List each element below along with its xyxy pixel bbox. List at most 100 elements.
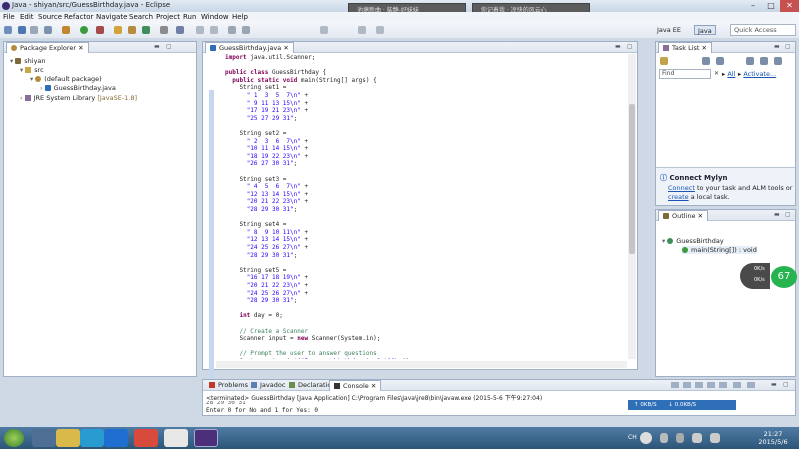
pin-console-icon[interactable] [719,382,727,388]
menu-edit[interactable]: Edit [20,12,34,22]
last-edit-icon[interactable] [320,26,328,34]
tray-flag-icon[interactable] [660,433,668,443]
tree-item-src[interactable]: ▾ src [20,66,44,74]
collapse-all-icon[interactable] [774,57,782,65]
menu-refactor[interactable]: Refactor [64,12,93,22]
editor-horizontal-scrollbar[interactable] [216,361,627,368]
maximize-button[interactable]: □ [762,0,780,12]
minimize-view-icon[interactable]: ▬ [774,212,780,218]
code-line[interactable]: import java.util.Scanner; [225,54,315,62]
network-icon[interactable] [692,433,702,443]
task-find-clear-icon[interactable]: ✕ [714,70,719,77]
new-task-icon[interactable] [660,57,668,65]
start-button-icon[interactable] [4,429,24,447]
display-console-icon[interactable] [733,382,741,388]
eclipse-taskbar-icon[interactable] [194,429,218,447]
code-line[interactable]: "26 27 30 31"; [225,160,298,168]
code-line[interactable]: System.out.print("Is your birthday in Se… [225,358,412,359]
code-line[interactable]: "28 29 30 31"; [225,206,298,214]
run-icon[interactable] [80,26,88,34]
code-line[interactable]: "25 27 29 31"; [225,115,298,123]
debug-icon[interactable] [62,26,70,34]
maximize-view-icon[interactable]: ▢ [785,212,791,218]
menu-help[interactable]: Help [232,12,248,22]
tree-item-project[interactable]: ▾ shiyan [10,57,46,65]
tree-item-jre-library[interactable]: › JRE System Library [JavaSE-1.8] [20,94,137,102]
minimize-view-icon[interactable]: ▬ [774,44,780,50]
outline-method-item[interactable]: main(String[]) : void [682,246,757,254]
focus-icon[interactable] [760,57,768,65]
tab-outline[interactable]: Outline ✕ [658,210,709,221]
new-package-icon[interactable] [128,26,136,34]
tab-console[interactable]: Console ✕ [329,380,382,391]
tree-item-java-file[interactable]: › GuessBirthday.java [40,84,116,92]
clear-console-icon[interactable] [695,382,703,388]
folder-taskbar-icon[interactable] [56,429,80,447]
ie-taskbar-icon[interactable] [104,429,128,447]
tab-problems[interactable]: Problems [205,380,252,391]
code-line[interactable]: Scanner input = new Scanner(System.in); [225,335,380,343]
remove-launch-icon[interactable] [683,382,691,388]
code-line[interactable]: "28 29 30 31"; [225,252,298,260]
chat-app-taskbar-icon[interactable] [80,429,104,447]
next-annotation-icon[interactable] [210,26,218,34]
minimize-editor-icon[interactable]: ▬ [615,44,621,50]
scroll-lock-icon[interactable] [707,382,715,388]
perspective-java[interactable]: Java [694,25,716,35]
new-icon[interactable] [4,26,12,34]
input-language[interactable]: CH [628,434,637,441]
menu-file[interactable]: File [3,12,15,22]
tab-package-explorer[interactable]: Package Explorer ✕ [6,42,89,53]
open-console-icon[interactable] [747,382,755,388]
back-icon[interactable] [228,26,236,34]
editor-vertical-scrollbar[interactable] [628,54,636,359]
open-type-icon[interactable] [160,26,168,34]
outline-class-item[interactable]: ▾ GuessBirthday [662,237,724,245]
minimize-view-icon[interactable]: ▬ [771,382,777,388]
mylyn-connect-link[interactable]: Connect [668,184,695,192]
search-icon[interactable] [176,26,184,34]
mylyn-create-link[interactable]: create [668,193,689,201]
categorize-icon[interactable] [702,57,710,65]
minimize-view-icon[interactable]: ▬ [154,44,160,50]
scroll-thumb[interactable] [629,104,635,254]
schedule-icon[interactable] [716,57,724,65]
network-speed-bar[interactable]: ↑ 0KB/S ↓ 0.0KB/S [628,400,736,410]
window-title-bar[interactable]: Java - shiyan/src/GuessBirthday.java - E… [0,0,799,17]
console-prompt-line[interactable]: Enter 0 for No and 1 for Yes: 0 [206,407,318,414]
quick-access-input[interactable]: Quick Access [730,24,796,36]
menu-run[interactable]: Run [183,12,196,22]
forward-icon[interactable] [242,26,250,34]
explorer-taskbar-icon[interactable] [32,429,56,447]
save-icon[interactable] [18,26,26,34]
print-icon[interactable] [44,26,52,34]
maximize-view-icon[interactable]: ▢ [783,382,789,388]
external-tools-icon[interactable] [96,26,104,34]
media-player-taskbar-icon[interactable] [134,429,158,447]
all-filter[interactable]: ▸ All [722,70,735,78]
minimize-button[interactable]: – [744,0,762,12]
system-clock[interactable]: 21:27 2015/5/6 [752,430,794,446]
new-class-icon[interactable] [142,26,150,34]
ime-icon[interactable] [640,432,652,444]
nav-back-icon[interactable] [358,26,366,34]
hide-completed-icon[interactable] [746,57,754,65]
perspective-java-ee[interactable]: Java EE [657,25,681,35]
volume-icon[interactable] [710,433,720,443]
nav-forward-icon[interactable] [376,26,384,34]
activate-task[interactable]: ▸ Activate... [738,70,776,78]
sogou-taskbar-icon[interactable] [164,429,188,447]
maximize-editor-icon[interactable]: ▢ [627,44,633,50]
task-find-input[interactable]: Find [659,69,711,79]
close-button[interactable]: ✕ [780,0,799,12]
code-line[interactable]: "28 29 30 31"; [225,297,298,305]
menu-source[interactable]: Source [38,12,62,22]
speed-widget[interactable]: 0K/s 0K/s [740,263,770,289]
menu-navigate[interactable]: Navigate [96,12,127,22]
terminate-icon[interactable] [671,382,679,388]
menu-window[interactable]: Window [201,12,229,22]
tree-item-default-package[interactable]: ▾ (default package) [30,75,102,83]
new-java-project-icon[interactable] [114,26,122,34]
maximize-view-icon[interactable]: ▢ [166,44,172,50]
tray-app-icon[interactable] [676,433,684,443]
